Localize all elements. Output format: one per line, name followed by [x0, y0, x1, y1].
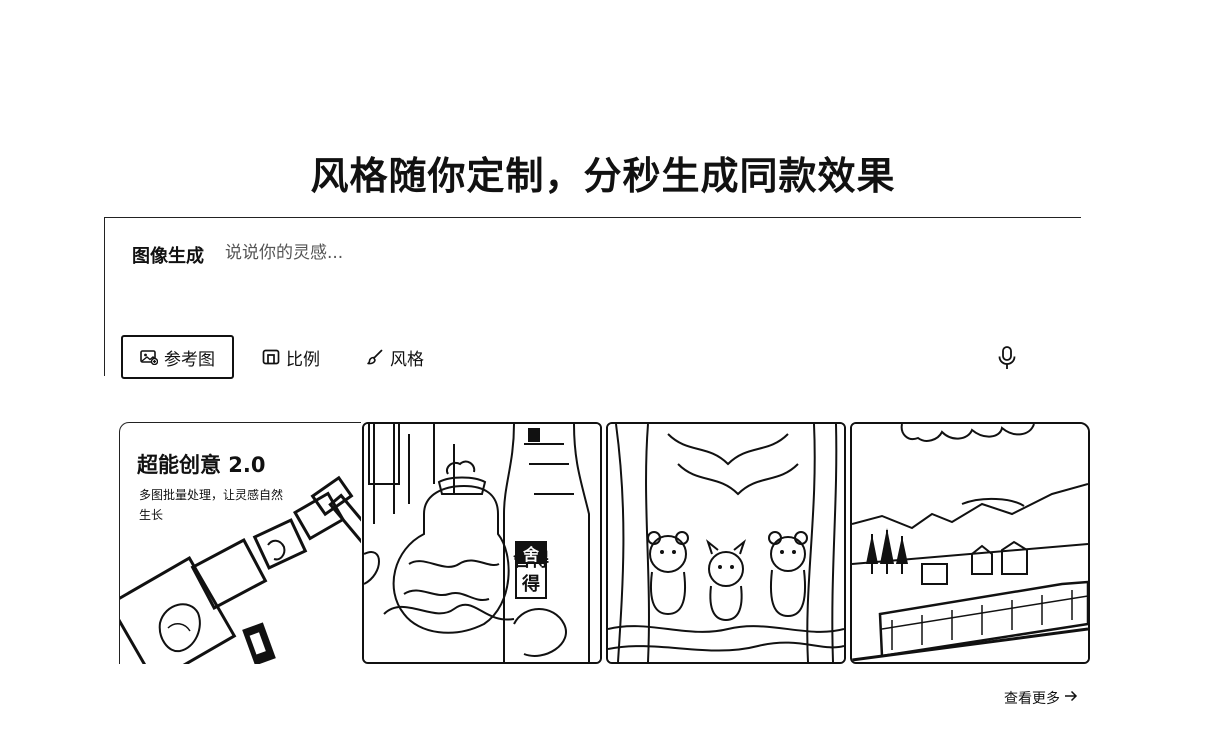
image-icon	[140, 349, 158, 365]
ratio-icon	[262, 348, 280, 366]
page-headline: 风格随你定制，分秒生成同款效果	[310, 154, 896, 199]
generation-mode-label[interactable]: 图像生成	[132, 242, 204, 268]
brush-icon	[366, 348, 384, 366]
style-label: 风格	[390, 349, 424, 370]
forest-animals-illustration	[608, 424, 844, 662]
microphone-button[interactable]	[995, 345, 1019, 371]
promo-card-creative[interactable]: 超能创意 2.0 多图批量处理，让灵感自然生长	[119, 422, 361, 664]
prompt-card: 图像生成 参考图	[104, 217, 1081, 379]
see-more-link[interactable]: 查看更多	[1004, 688, 1078, 708]
aspect-ratio-button[interactable]: 比例	[244, 335, 338, 379]
see-more-label: 查看更多	[1004, 691, 1060, 707]
prompt-input[interactable]	[225, 240, 925, 266]
train-landscape-illustration	[852, 424, 1088, 662]
arrow-right-icon	[1064, 690, 1078, 706]
reference-image-button[interactable]: 参考图	[121, 335, 234, 379]
style-button[interactable]: 风格	[348, 335, 442, 379]
svg-text:得: 得	[521, 573, 540, 595]
reference-image-label: 参考图	[164, 349, 215, 370]
promo-title: 超能创意 2.0	[137, 453, 266, 477]
inspiration-gallery: 超能创意 2.0 多图批量处理，让灵感自然生长 舍 得	[119, 422, 1093, 664]
gallery-thumbnail-bears-forest[interactable]	[606, 422, 846, 664]
aspect-ratio-label: 比例	[286, 349, 320, 370]
prompt-toolbar: 参考图 比例 风格	[121, 333, 452, 381]
liquor-bottle-illustration: 舍得 舍 得	[364, 424, 600, 662]
page: 风格随你定制，分秒生成同款效果 图像生成 参考图	[0, 0, 1206, 735]
gallery-thumbnail-liquor[interactable]: 舍得 舍 得	[362, 422, 602, 664]
microphone-icon	[995, 346, 1019, 375]
gallery-thumbnail-train-mountains[interactable]	[850, 422, 1090, 664]
promo-description: 多图批量处理，让灵感自然生长	[139, 488, 284, 522]
svg-text:舍: 舍	[522, 545, 540, 564]
